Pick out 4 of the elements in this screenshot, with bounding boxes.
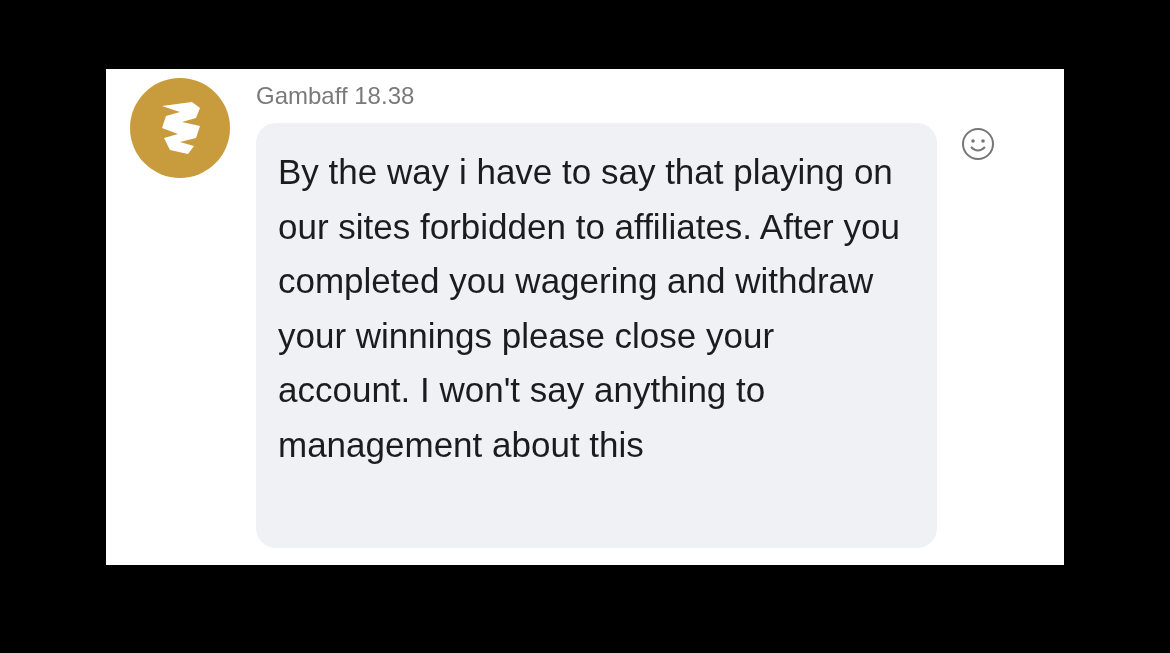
sender-and-time: Gambaff 18.38	[256, 81, 416, 111]
avatar-icon	[130, 78, 230, 178]
message-text: By the way i have to say that playing on our sites forbidden to affiliates. After you completed you wagering and withdraw your winnings please close your account. I won't say anything to management about this	[278, 151, 901, 466]
emoji-reaction-icon	[961, 127, 995, 161]
